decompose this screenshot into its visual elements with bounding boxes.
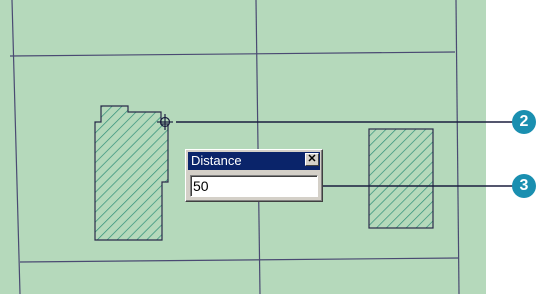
building-footprint-left[interactable] — [94, 105, 169, 241]
close-icon[interactable]: ✕ — [305, 153, 319, 166]
distance-dialog[interactable]: Distance ✕ 50 — [185, 149, 323, 202]
distance-input[interactable]: 50 — [190, 175, 318, 197]
dialog-title: Distance — [188, 152, 320, 170]
map-canvas[interactable] — [0, 0, 538, 294]
callout-2: 2 — [512, 110, 536, 134]
building-footprint-right[interactable] — [368, 128, 434, 229]
callout-3: 3 — [512, 174, 536, 198]
